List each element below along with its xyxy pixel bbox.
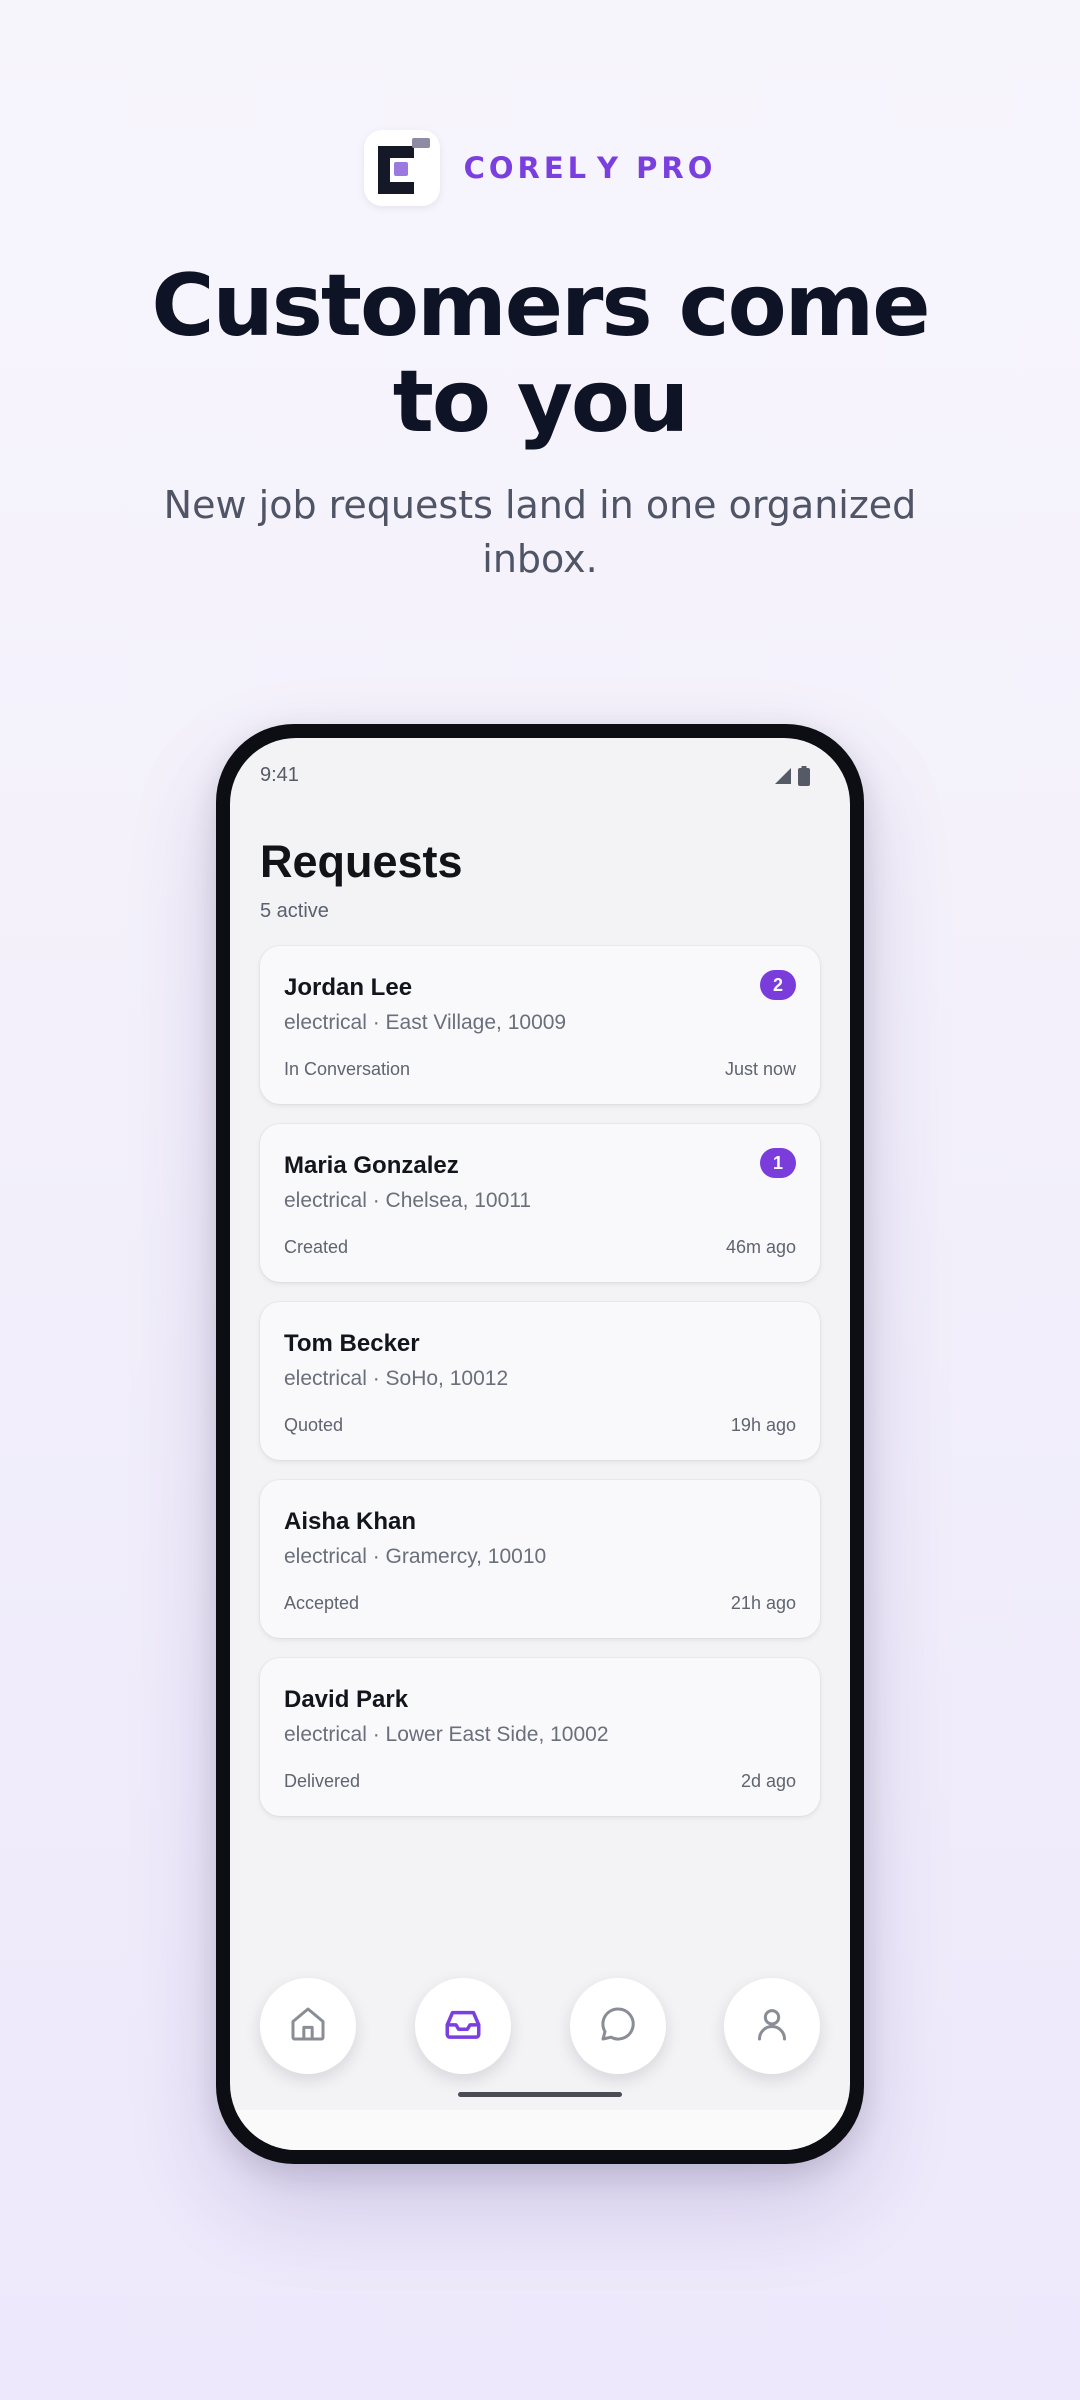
status-icons <box>774 766 810 791</box>
request-time: Just now <box>724 1059 796 1079</box>
page-title: Requests <box>260 836 463 887</box>
request-status: Delivered <box>284 1771 361 1791</box>
request-time: 2d ago <box>740 1771 796 1791</box>
unread-badge: 1 <box>760 1148 796 1178</box>
request-meta: electrical · Lower East Side, 10002 <box>284 1723 609 1746</box>
request-status: In Conversation <box>284 1059 411 1079</box>
app-logo <box>363 130 440 206</box>
chat-icon <box>598 2004 638 2049</box>
hero-subhead: New job requests land in one organized i… <box>163 483 917 581</box>
phone-mockup: 9:41 Requests 5 active Jordan Lee 2 elec… <box>216 724 864 2164</box>
bottom-nav <box>230 1978 850 2074</box>
request-time: 19h ago <box>730 1415 796 1435</box>
request-time: 46m ago <box>725 1237 796 1257</box>
customer-name: Maria Gonzalez <box>284 1152 459 1179</box>
customer-name: Jordan Lee <box>284 974 413 1001</box>
home-icon <box>288 2004 328 2049</box>
request-status: Created <box>284 1237 349 1257</box>
hero-headline: Customers come to you <box>151 256 930 452</box>
active-count: 5 active <box>260 900 329 922</box>
request-card[interactable]: Tom Becker electrical · SoHo, 10012 Quot… <box>260 1302 820 1460</box>
request-time: 21h ago <box>730 1593 796 1613</box>
request-list: Jordan Lee 2 electrical · East Village, … <box>260 946 820 1836</box>
nav-home-button[interactable] <box>260 1978 356 2074</box>
unread-badge: 2 <box>760 970 796 1000</box>
phone-screen: 9:41 Requests 5 active Jordan Lee 2 elec… <box>230 738 850 2150</box>
request-meta: electrical · Chelsea, 10011 <box>284 1189 532 1212</box>
request-card[interactable]: Maria Gonzalez 1 electrical · Chelsea, 1… <box>260 1124 820 1282</box>
request-card[interactable]: Aisha Khan electrical · Gramercy, 10010 … <box>260 1480 820 1638</box>
inbox-icon <box>442 2003 484 2050</box>
request-status: Accepted <box>284 1593 360 1613</box>
brand-name: COREL Y PRO <box>463 151 717 185</box>
request-meta: electrical · Gramercy, 10010 <box>284 1545 547 1568</box>
nav-inbox-button[interactable] <box>415 1978 511 2074</box>
status-time: 9:41 <box>260 764 299 786</box>
screen-bottom-strip <box>230 2110 850 2150</box>
request-meta: electrical · East Village, 10009 <box>284 1011 567 1034</box>
profile-icon <box>752 2004 792 2049</box>
request-card[interactable]: Jordan Lee 2 electrical · East Village, … <box>260 946 820 1104</box>
nav-profile-button[interactable] <box>724 1978 820 2074</box>
nav-messages-button[interactable] <box>570 1978 666 2074</box>
request-status: Quoted <box>284 1415 344 1435</box>
customer-name: Tom Becker <box>284 1330 420 1357</box>
request-meta: electrical · SoHo, 10012 <box>284 1367 509 1390</box>
customer-name: Aisha Khan <box>284 1508 417 1535</box>
home-indicator[interactable] <box>458 2092 622 2097</box>
signal-icon <box>774 767 792 790</box>
request-card[interactable]: David Park electrical · Lower East Side,… <box>260 1658 820 1816</box>
brand-header: COREL Y PRO <box>0 130 1080 206</box>
customer-name: David Park <box>284 1686 409 1713</box>
battery-icon <box>798 766 810 791</box>
